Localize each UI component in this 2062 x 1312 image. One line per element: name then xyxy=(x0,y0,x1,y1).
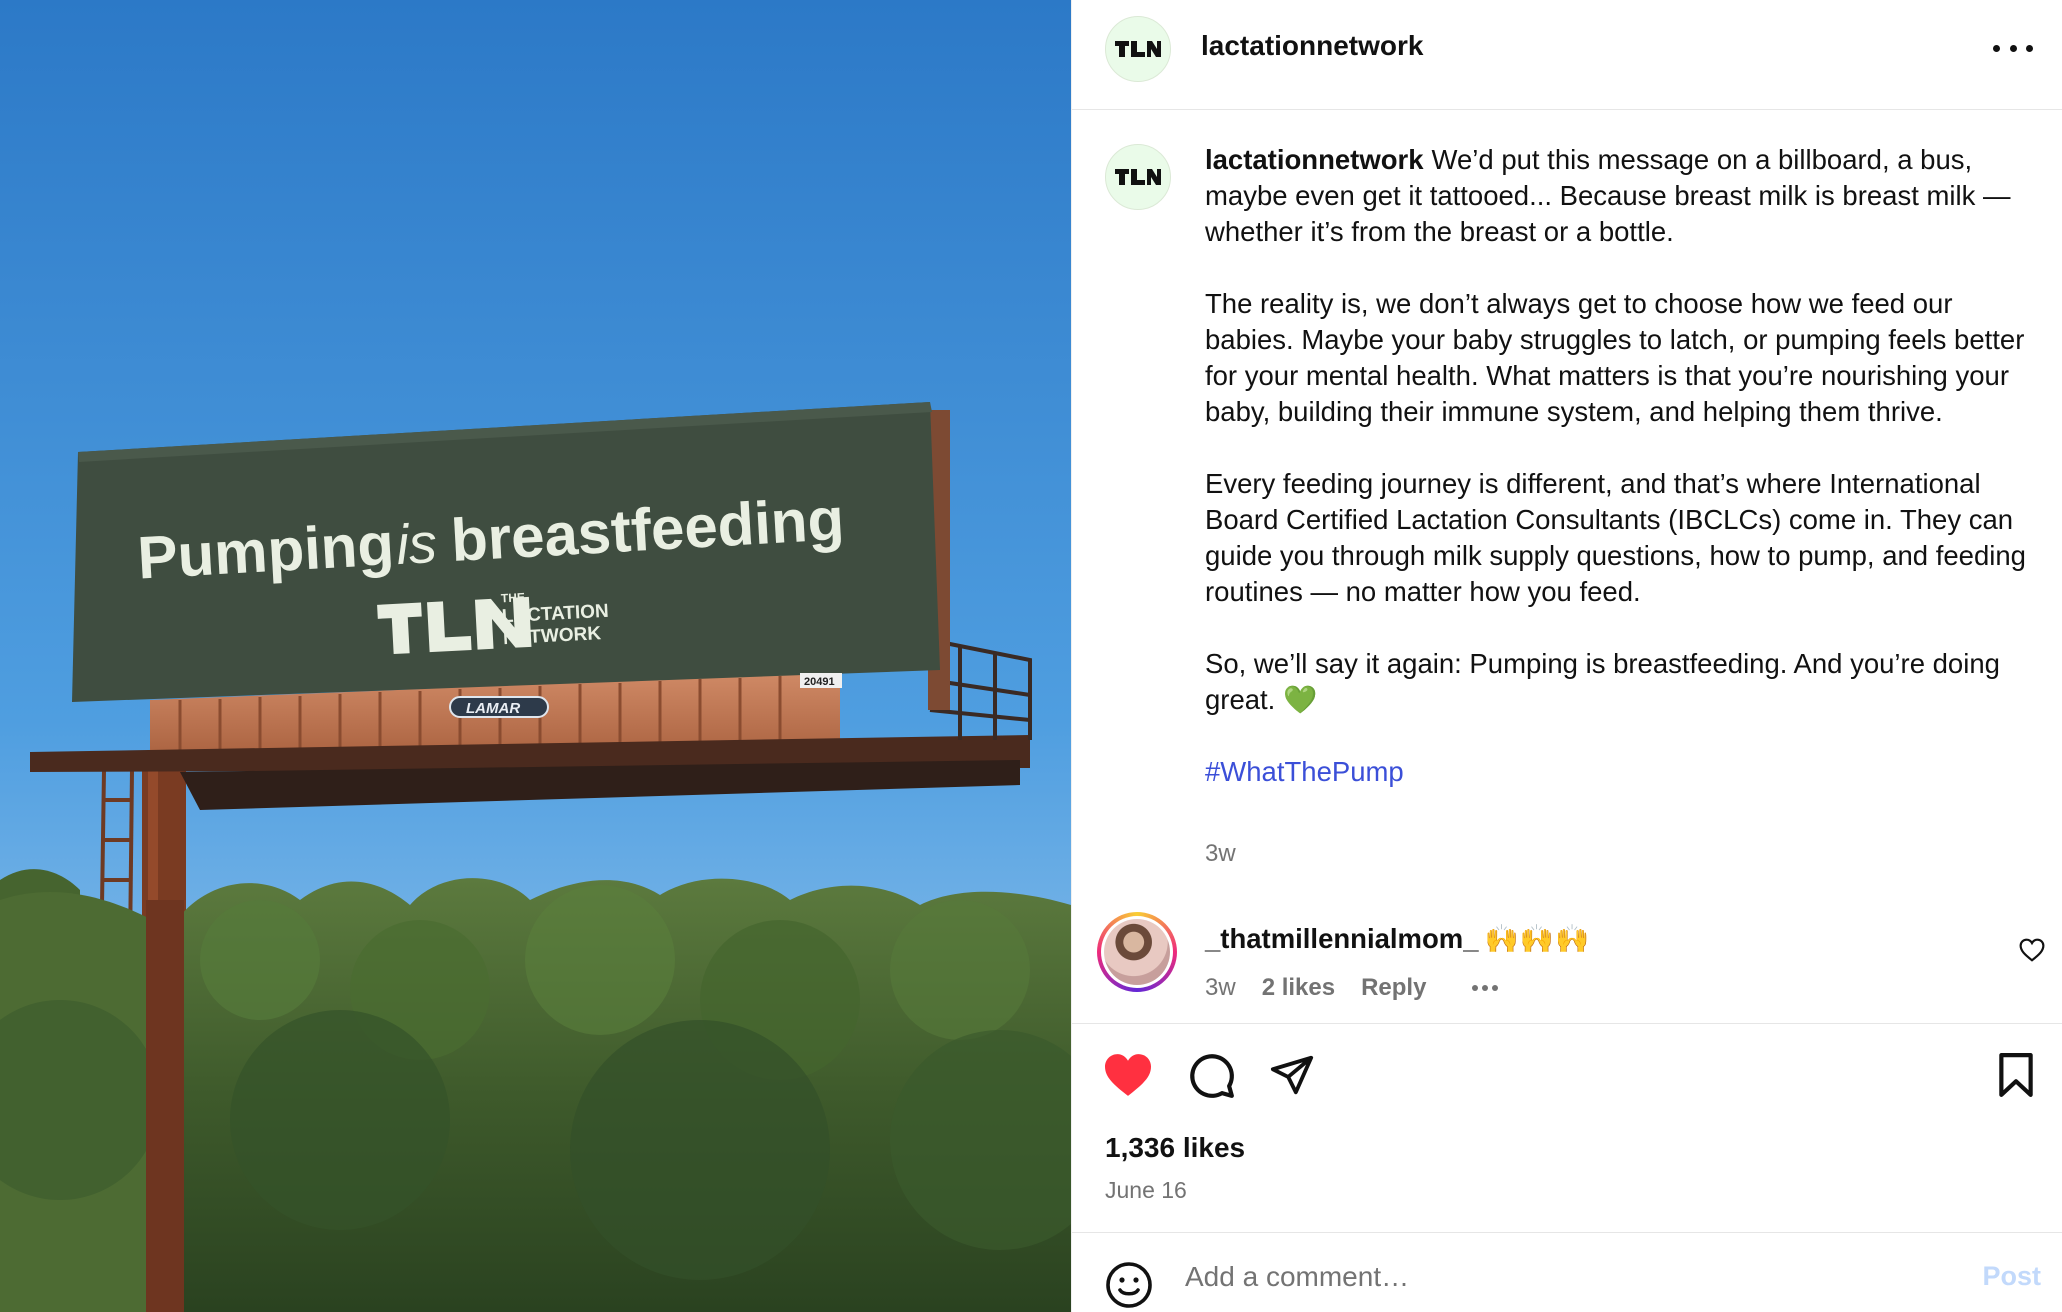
dot-icon xyxy=(1482,985,1489,991)
hashtag-link[interactable]: #WhatThePump xyxy=(1205,754,1404,790)
comment-reply-button[interactable]: Reply xyxy=(1361,974,1426,1002)
lamar-text: LAMAR xyxy=(466,700,520,717)
caption-paragraph-4: So, we’ll say it again: Pumping is breas… xyxy=(1205,648,2000,715)
billboard-headline-is: is xyxy=(395,511,439,576)
raising-hands-emoji: 🙌🙌🙌 xyxy=(1484,923,1591,954)
emoji-icon[interactable] xyxy=(1105,1261,1153,1309)
billboard-headline-pumping: Pumping xyxy=(136,510,396,591)
commenter-username[interactable]: _thatmillennialmom_ xyxy=(1205,923,1479,954)
dot-icon xyxy=(2026,44,2033,52)
post-header: lactationnetwork xyxy=(1072,0,2062,110)
commenter-avatar-photo xyxy=(1104,919,1170,985)
billboard-number: 20491 xyxy=(804,676,835,688)
comment-timestamp[interactable]: 3w xyxy=(1205,974,1236,1002)
comment-text: _thatmillennialmom_ 🙌🙌🙌 xyxy=(1205,922,1590,955)
tln-logo-icon xyxy=(1115,41,1161,57)
add-comment-input[interactable] xyxy=(1185,1257,1885,1297)
likes-count[interactable]: 1,336 likes xyxy=(1105,1132,1245,1164)
heart-icon[interactable] xyxy=(1102,1052,1154,1098)
caption-timestamp[interactable]: 3w xyxy=(1205,840,1236,868)
caption-username[interactable]: lactationnetwork xyxy=(1205,144,1424,175)
profile-avatar[interactable] xyxy=(1105,16,1171,82)
comment-icon[interactable] xyxy=(1186,1050,1236,1100)
caption-block: lactationnetwork We’d put this message on… xyxy=(1072,110,2062,1022)
comment-heart-icon[interactable] xyxy=(2019,938,2045,962)
caption-paragraph-3: Every feeding journey is different, and … xyxy=(1205,468,2026,607)
bookmark-icon[interactable] xyxy=(1995,1052,2037,1098)
header-username[interactable]: lactationnetwork xyxy=(1201,30,1423,62)
post-panel: lactationnetwork lactationnetwork We’d pu… xyxy=(1071,0,2062,1312)
comment-meta: 3w 2 likes Reply xyxy=(1205,974,1499,1002)
caption-paragraph-2: The reality is, we don’t always get to c… xyxy=(1205,288,2025,427)
tln-logo-icon xyxy=(1115,169,1161,185)
post-date[interactable]: June 16 xyxy=(1105,1177,1187,1204)
dot-icon xyxy=(1472,985,1479,991)
add-comment-bar: Post xyxy=(1072,1233,2062,1312)
commenter-avatar[interactable] xyxy=(1097,912,1177,992)
dot-icon xyxy=(1993,44,2000,52)
billboard-logo-the: THE xyxy=(501,590,526,605)
dot-icon xyxy=(1492,985,1499,991)
post-comment-button[interactable]: Post xyxy=(1982,1261,2041,1292)
post-image[interactable]: Pumping is breastfeeding THE LACTATION N… xyxy=(0,0,1071,1312)
share-icon[interactable] xyxy=(1268,1052,1316,1098)
caption-text: lactationnetwork We’d put this message on… xyxy=(1205,142,2030,826)
comment-item: _thatmillennialmom_ 🙌🙌🙌 3w 2 likes Reply xyxy=(1072,908,2062,1020)
dot-icon xyxy=(2009,44,2017,52)
post-actions: 1,336 likes June 16 xyxy=(1072,1023,2062,1233)
caption-avatar[interactable] xyxy=(1105,144,1171,210)
comment-likes[interactable]: 2 likes xyxy=(1262,974,1335,1002)
billboard-photo: Pumping is breastfeeding THE LACTATION N… xyxy=(0,0,1071,1312)
comment-more-button[interactable] xyxy=(1472,985,1499,991)
more-options-button[interactable] xyxy=(1993,36,2033,60)
